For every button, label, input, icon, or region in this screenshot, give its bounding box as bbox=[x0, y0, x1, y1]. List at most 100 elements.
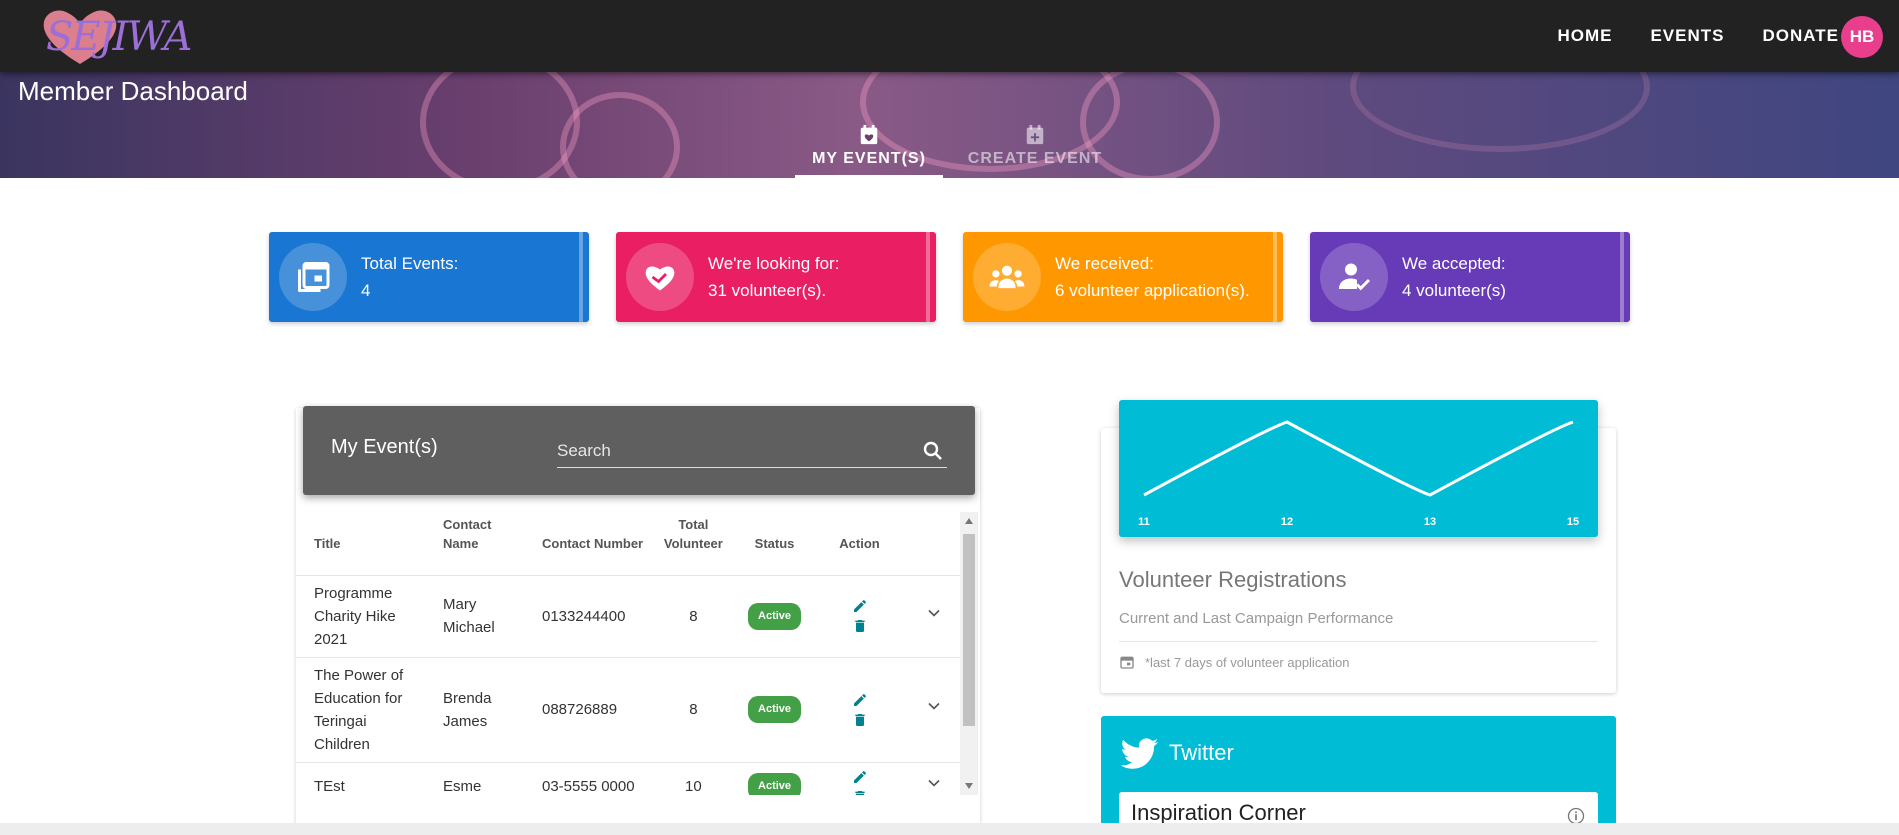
calendar-icon bbox=[1120, 656, 1134, 669]
stat-value: 31 volunteer(s). bbox=[708, 281, 827, 300]
table-row[interactable]: Programme Charity Hike 2021 Mary Michael… bbox=[296, 574, 966, 657]
status-badge: Active bbox=[748, 696, 802, 723]
scroll-up-arrow-icon[interactable] bbox=[965, 518, 973, 524]
table-scrollbar[interactable] bbox=[960, 512, 978, 795]
chart-x-tick-label: 12 bbox=[1281, 516, 1293, 528]
table-row[interactable]: The Power of Education for Teringai Chil… bbox=[296, 656, 966, 762]
tab-create-event-label: CREATE EVENT bbox=[967, 150, 1103, 167]
person-check-icon bbox=[1339, 263, 1371, 291]
edit-icon[interactable] bbox=[852, 598, 868, 614]
stat-icon-wrap bbox=[279, 243, 347, 311]
chart-x-tick-label: 11 bbox=[1138, 516, 1150, 528]
tab-my-events[interactable]: MY EVENT(S) bbox=[795, 124, 943, 178]
edit-icon[interactable] bbox=[852, 769, 868, 785]
cell-total: 8 bbox=[655, 656, 732, 762]
logo[interactable]: SEJIWA bbox=[40, 6, 210, 68]
chevron-down-icon[interactable] bbox=[924, 603, 944, 623]
stat-text: Total Events: 4 bbox=[361, 250, 458, 304]
col-contact-name: Contact Name bbox=[443, 516, 492, 551]
nav-events-link[interactable]: EVENTS bbox=[1650, 26, 1724, 46]
events-panel-title: My Event(s) bbox=[331, 436, 438, 458]
stat-label: We're looking for: bbox=[708, 254, 840, 273]
cell-contact-number: 088726889 bbox=[523, 656, 656, 762]
col-action: Action bbox=[839, 535, 880, 551]
stat-label: We received: bbox=[1055, 254, 1154, 273]
hero-banner: Member Dashboard MY EVENT(S) CREATE EVEN… bbox=[0, 72, 1899, 178]
tab-my-events-label: MY EVENT(S) bbox=[812, 150, 926, 167]
row-actions bbox=[824, 769, 896, 796]
delete-icon[interactable] bbox=[852, 712, 868, 728]
twitter-card: Twitter Inspiration Corner bbox=[1101, 716, 1616, 835]
stat-label: Total Events: bbox=[361, 254, 459, 273]
bottom-scrollbar bbox=[0, 823, 1899, 835]
row-actions bbox=[824, 692, 896, 728]
cell-contact-name: Mary Michael bbox=[425, 574, 524, 657]
chevron-down-icon[interactable] bbox=[924, 696, 944, 716]
delete-icon[interactable] bbox=[852, 789, 868, 796]
chart-title: Volunteer Registrations bbox=[1119, 567, 1347, 592]
avatar[interactable]: HB bbox=[1841, 16, 1883, 58]
events-table: Title Contact Name Contact Number Total … bbox=[296, 512, 966, 795]
row-actions bbox=[824, 598, 896, 634]
stat-card-total-events: Total Events: 4 bbox=[269, 232, 589, 322]
nav-home-link[interactable]: HOME bbox=[1557, 26, 1612, 46]
nav-links: HOME EVENTS DONATE bbox=[1557, 0, 1839, 72]
twitter-title: Twitter bbox=[1169, 740, 1234, 765]
cell-contact-number: 03-5555 0000 bbox=[523, 761, 656, 795]
status-badge: Active bbox=[748, 773, 802, 795]
cell-contact-name: Brenda James bbox=[425, 656, 524, 762]
stat-text: We accepted: 4 volunteer(s) bbox=[1402, 250, 1506, 304]
twitter-icon bbox=[1121, 738, 1159, 769]
scroll-thumb[interactable] bbox=[963, 534, 975, 726]
table-row[interactable]: TEst Esme 03-5555 0000 10 Active bbox=[296, 761, 966, 796]
tab-bar: MY EVENT(S) CREATE EVENT bbox=[795, 124, 1109, 178]
events-table-container: Title Contact Name Contact Number Total … bbox=[296, 512, 966, 795]
table-header-row: Title Contact Name Contact Number Total … bbox=[296, 512, 966, 575]
col-status: Status bbox=[754, 535, 795, 551]
stat-text: We're looking for: 31 volunteer(s). bbox=[708, 250, 839, 304]
stat-text: We received: 6 volunteer application(s). bbox=[1055, 250, 1250, 304]
chart-subtitle: Current and Last Campaign Performance bbox=[1119, 610, 1394, 627]
cell-title: The Power of Education for Teringai Chil… bbox=[296, 656, 426, 762]
tab-create-event[interactable]: CREATE EVENT bbox=[961, 124, 1109, 178]
stat-icon-wrap bbox=[626, 243, 694, 311]
search-input[interactable] bbox=[557, 436, 897, 466]
status-badge: Active bbox=[748, 602, 802, 630]
line-chart: 11 12 13 15 bbox=[1138, 420, 1579, 528]
chart-series-line bbox=[1143, 420, 1574, 497]
chevron-down-icon[interactable] bbox=[924, 773, 944, 793]
nav-donate-link[interactable]: DONATE bbox=[1762, 26, 1839, 46]
stat-label: We accepted: bbox=[1402, 254, 1506, 273]
stat-value: 6 volunteer application(s). bbox=[1055, 281, 1250, 300]
page-title: Member Dashboard bbox=[18, 76, 248, 106]
search-box bbox=[557, 436, 947, 468]
stat-icon-wrap bbox=[1320, 243, 1388, 311]
cell-total: 8 bbox=[655, 574, 732, 657]
heart-hand-icon bbox=[645, 266, 675, 291]
stat-value: 4 volunteer(s) bbox=[1402, 281, 1506, 300]
group-icon bbox=[989, 265, 1025, 289]
calendar-heart-icon bbox=[860, 124, 878, 145]
chart-footer-text: *last 7 days of volunteer application bbox=[1145, 654, 1350, 670]
chart-x-tick-label: 13 bbox=[1424, 516, 1436, 528]
col-total-volunteer: Total Volunteer bbox=[663, 516, 723, 551]
cell-total: 10 bbox=[655, 761, 732, 795]
edit-icon[interactable] bbox=[852, 692, 868, 708]
stat-card-accepted: We accepted: 4 volunteer(s) bbox=[1310, 232, 1630, 322]
cell-contact-name: Esme bbox=[425, 761, 524, 795]
logo-text: SEJIWA bbox=[46, 14, 192, 60]
chart-header: 11 12 13 15 bbox=[1119, 400, 1598, 537]
events-panel-header: My Event(s) bbox=[303, 406, 975, 495]
chart-footer: *last 7 days of volunteer application bbox=[1119, 654, 1350, 670]
col-contact-number: Contact Number bbox=[541, 535, 644, 551]
chart-x-tick-label: 15 bbox=[1567, 516, 1579, 528]
scroll-down-arrow-icon[interactable] bbox=[965, 783, 973, 789]
calendar-stack-icon bbox=[298, 262, 330, 292]
navbar: SEJIWA HOME EVENTS DONATE HB bbox=[0, 0, 1899, 72]
stat-icon-wrap bbox=[973, 243, 1041, 311]
stat-card-received: We received: 6 volunteer application(s). bbox=[963, 232, 1283, 322]
stat-card-looking-for: We're looking for: 31 volunteer(s). bbox=[616, 232, 936, 322]
search-icon[interactable] bbox=[921, 439, 945, 463]
delete-icon[interactable] bbox=[852, 618, 868, 634]
cell-contact-number: 0133244400 bbox=[523, 574, 656, 657]
